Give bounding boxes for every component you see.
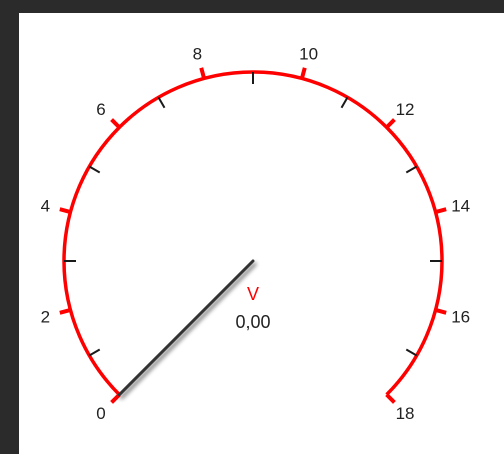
tick-label: 0: [96, 404, 105, 423]
tick-label: 12: [396, 100, 415, 119]
minor-tick: [88, 165, 101, 174]
minor-tick: [405, 348, 418, 357]
window-frame: 0 2 4 6 8 10 12 14 16 18 V 0,00: [0, 0, 504, 454]
major-tick: [299, 67, 307, 79]
major-tick: [110, 393, 121, 404]
unit-label: V: [247, 284, 259, 304]
major-tick: [385, 118, 396, 129]
tick-label: 16: [451, 308, 470, 327]
gauge-needle: [117, 259, 255, 397]
major-ticks: [59, 67, 447, 404]
voltage-gauge: 0 2 4 6 8 10 12 14 16 18 V 0,00: [41, 44, 471, 423]
tick-label: 18: [396, 404, 415, 423]
gauge-scale-arc: [62, 70, 444, 396]
minor-tick: [340, 96, 349, 109]
major-tick: [435, 307, 447, 315]
major-tick: [199, 67, 207, 79]
minor-tick: [405, 165, 418, 174]
major-tick: [110, 118, 121, 129]
tick-labels: 0 2 4 6 8 10 12 14 16 18: [41, 44, 471, 423]
tick-label: 10: [299, 44, 318, 63]
major-tick: [59, 207, 71, 215]
value-readout: 0,00: [235, 312, 270, 332]
gauge-panel: 0 2 4 6 8 10 12 14 16 18 V 0,00: [19, 13, 504, 454]
minor-tick: [88, 348, 101, 357]
major-tick: [385, 393, 396, 404]
major-tick: [59, 307, 71, 315]
tick-label: 2: [41, 308, 50, 327]
major-tick: [435, 207, 447, 215]
tick-label: 4: [41, 196, 50, 215]
tick-label: 6: [96, 100, 105, 119]
minor-tick: [157, 96, 166, 109]
tick-label: 14: [451, 196, 470, 215]
tick-label: 8: [193, 44, 202, 63]
